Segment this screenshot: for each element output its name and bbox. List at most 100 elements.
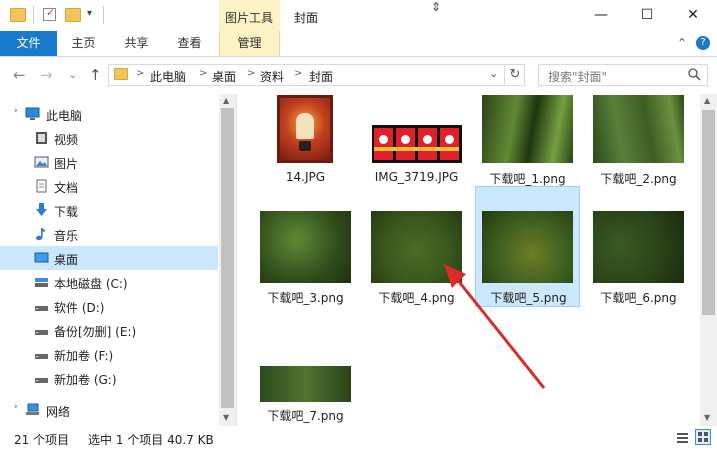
tab-home[interactable]: 主页 [57,31,110,56]
context-group-label: 图片工具 [225,11,274,25]
file-name: 下载吧_6.png [600,291,677,305]
file-name: IMG_3719.JPG [374,170,459,184]
divider [33,6,34,24]
drive-icon [35,306,48,311]
folder-icon [10,8,26,22]
expand-icon[interactable]: › [14,402,18,412]
video-icon [36,132,47,144]
help-icon[interactable]: ? [696,36,710,50]
tab-share[interactable]: 共享 [110,31,163,56]
up-button[interactable]: ↑ [89,66,102,84]
selection-info: 选中 1 个项目 40.7 KB [88,433,214,447]
breadcrumb-separator[interactable]: > [199,68,207,79]
scroll-up-icon[interactable]: ▲ [223,96,229,105]
file-name: 下载吧_2.png [600,172,677,186]
maximize-button[interactable]: ☐ [624,0,670,31]
sidebar-item-label: 文档 [54,181,79,195]
sidebar-item-label: 桌面 [54,253,79,267]
sidebar-item-drive-d[interactable]: 软件 (D:) [0,294,218,318]
file-item[interactable]: 下载吧_1.png [475,87,580,189]
file-item[interactable]: 下载吧_2.png [586,87,691,189]
pane-divider [236,94,237,426]
sidebar-item-desktop[interactable]: 桌面 [0,246,218,270]
sidebar-item-music[interactable]: 音乐 [0,222,218,246]
file-item[interactable]: IMG_3719.JPG [364,87,469,189]
sidebar-item-drive-f[interactable]: 新加卷 (F:) [0,342,218,366]
breadcrumb-materials[interactable]: 资料 [260,68,284,85]
breadcrumb-separator[interactable]: > [247,68,255,79]
breadcrumb-separator[interactable]: > [294,68,302,79]
sidebar-scroll-thumb[interactable] [221,108,234,408]
file-item[interactable]: 14.JPG [253,87,358,189]
sidebar-item-label: 软件 (D:) [54,301,105,315]
item-count: 21 个项目 [14,433,70,447]
address-dropdown-button[interactable]: ⌄ [489,67,498,80]
sidebar-item-this-pc[interactable]: › 此电脑 [0,102,218,126]
forward-button[interactable]: → [40,66,53,84]
file-item[interactable]: 下载吧_6.png [586,205,691,307]
file-item[interactable]: 下载吧_3.png [253,205,358,307]
file-item[interactable]: 下载吧_7.png [253,360,358,426]
tab-manage[interactable]: 管理 [219,31,280,56]
desktop-icon [34,252,49,263]
sidebar-item-label: 备份[勿删] (E:) [54,325,137,339]
sidebar-item-drive-c[interactable]: 本地磁盘 (C:) [0,270,218,294]
sidebar-item-downloads[interactable]: 下载 [0,198,218,222]
sidebar-item-label: 音乐 [54,229,79,243]
new-folder-icon[interactable] [65,8,81,22]
sidebar-item-drive-e[interactable]: 备份[勿删] (E:) [0,318,218,342]
back-button[interactable]: ← [13,66,26,84]
refresh-button[interactable]: ↻ [504,64,525,86]
large-icons-view-icon[interactable] [695,429,711,445]
sidebar-item-label: 新加卷 (F:) [54,349,114,363]
pictures-icon [34,156,49,168]
download-icon [36,203,47,216]
sidebar-item-label: 本地磁盘 (C:) [54,277,128,291]
music-icon [36,228,46,241]
collapse-ribbon-icon[interactable]: ⌃ [677,36,687,50]
sidebar-item-pictures[interactable]: 图片 [0,150,218,174]
network-icon [26,403,39,415]
tab-file[interactable]: 文件 [0,31,57,56]
file-name: 下载吧_7.png [267,409,344,423]
sidebar-item-documents[interactable]: 文档 [0,174,218,198]
breadcrumb-desktop[interactable]: 桌面 [212,68,236,85]
close-button[interactable]: ✕ [670,0,716,31]
scroll-down-icon[interactable]: ▼ [704,413,710,422]
file-name: 下载吧_1.png [489,172,566,186]
sidebar-item-label: 图片 [54,157,79,171]
sidebar-item-drive-g[interactable]: 新加卷 (G:) [0,366,218,390]
image-thumbnail [482,95,573,163]
drive-icon [35,378,48,383]
poster-thumbnail [277,95,333,163]
sidebar-item-label: 此电脑 [46,109,83,123]
search-icon[interactable] [688,68,701,84]
search-placeholder: 搜索"封面" [548,70,608,84]
tab-view[interactable]: 查看 [163,31,216,56]
sidebar-item-label: 新加卷 (G:) [54,373,117,387]
expand-icon[interactable]: › [14,106,18,116]
cards-thumbnail [372,125,462,163]
image-thumbnail [593,211,684,283]
breadcrumb-this-pc[interactable]: 此电脑 [150,68,186,85]
scroll-up-icon[interactable]: ▲ [704,96,710,105]
sidebar-item-label: 下载 [54,205,79,219]
window-title: 封面 [294,11,319,25]
breadcrumb-cover[interactable]: 封面 [309,68,333,85]
minimize-button[interactable]: — [578,0,624,31]
folder-icon [114,68,128,80]
computer-icon [25,107,40,120]
quick-access-dropdown-icon[interactable]: ▾ [87,8,92,19]
properties-icon[interactable]: ✓ [43,6,56,21]
sidebar-item-label: 网络 [46,405,71,419]
details-view-icon[interactable] [676,431,689,444]
image-thumbnail [593,95,684,163]
breadcrumb-separator[interactable]: > [136,68,144,79]
content-scroll-thumb[interactable] [702,110,715,315]
sidebar-item-network[interactable]: › 网络 [0,398,218,422]
drive-icon [35,330,48,335]
sidebar-item-videos[interactable]: 视频 [0,126,218,150]
scroll-down-icon[interactable]: ▼ [223,413,229,422]
recent-locations-button[interactable]: ⌄ [68,68,77,81]
image-thumbnail [260,366,351,402]
